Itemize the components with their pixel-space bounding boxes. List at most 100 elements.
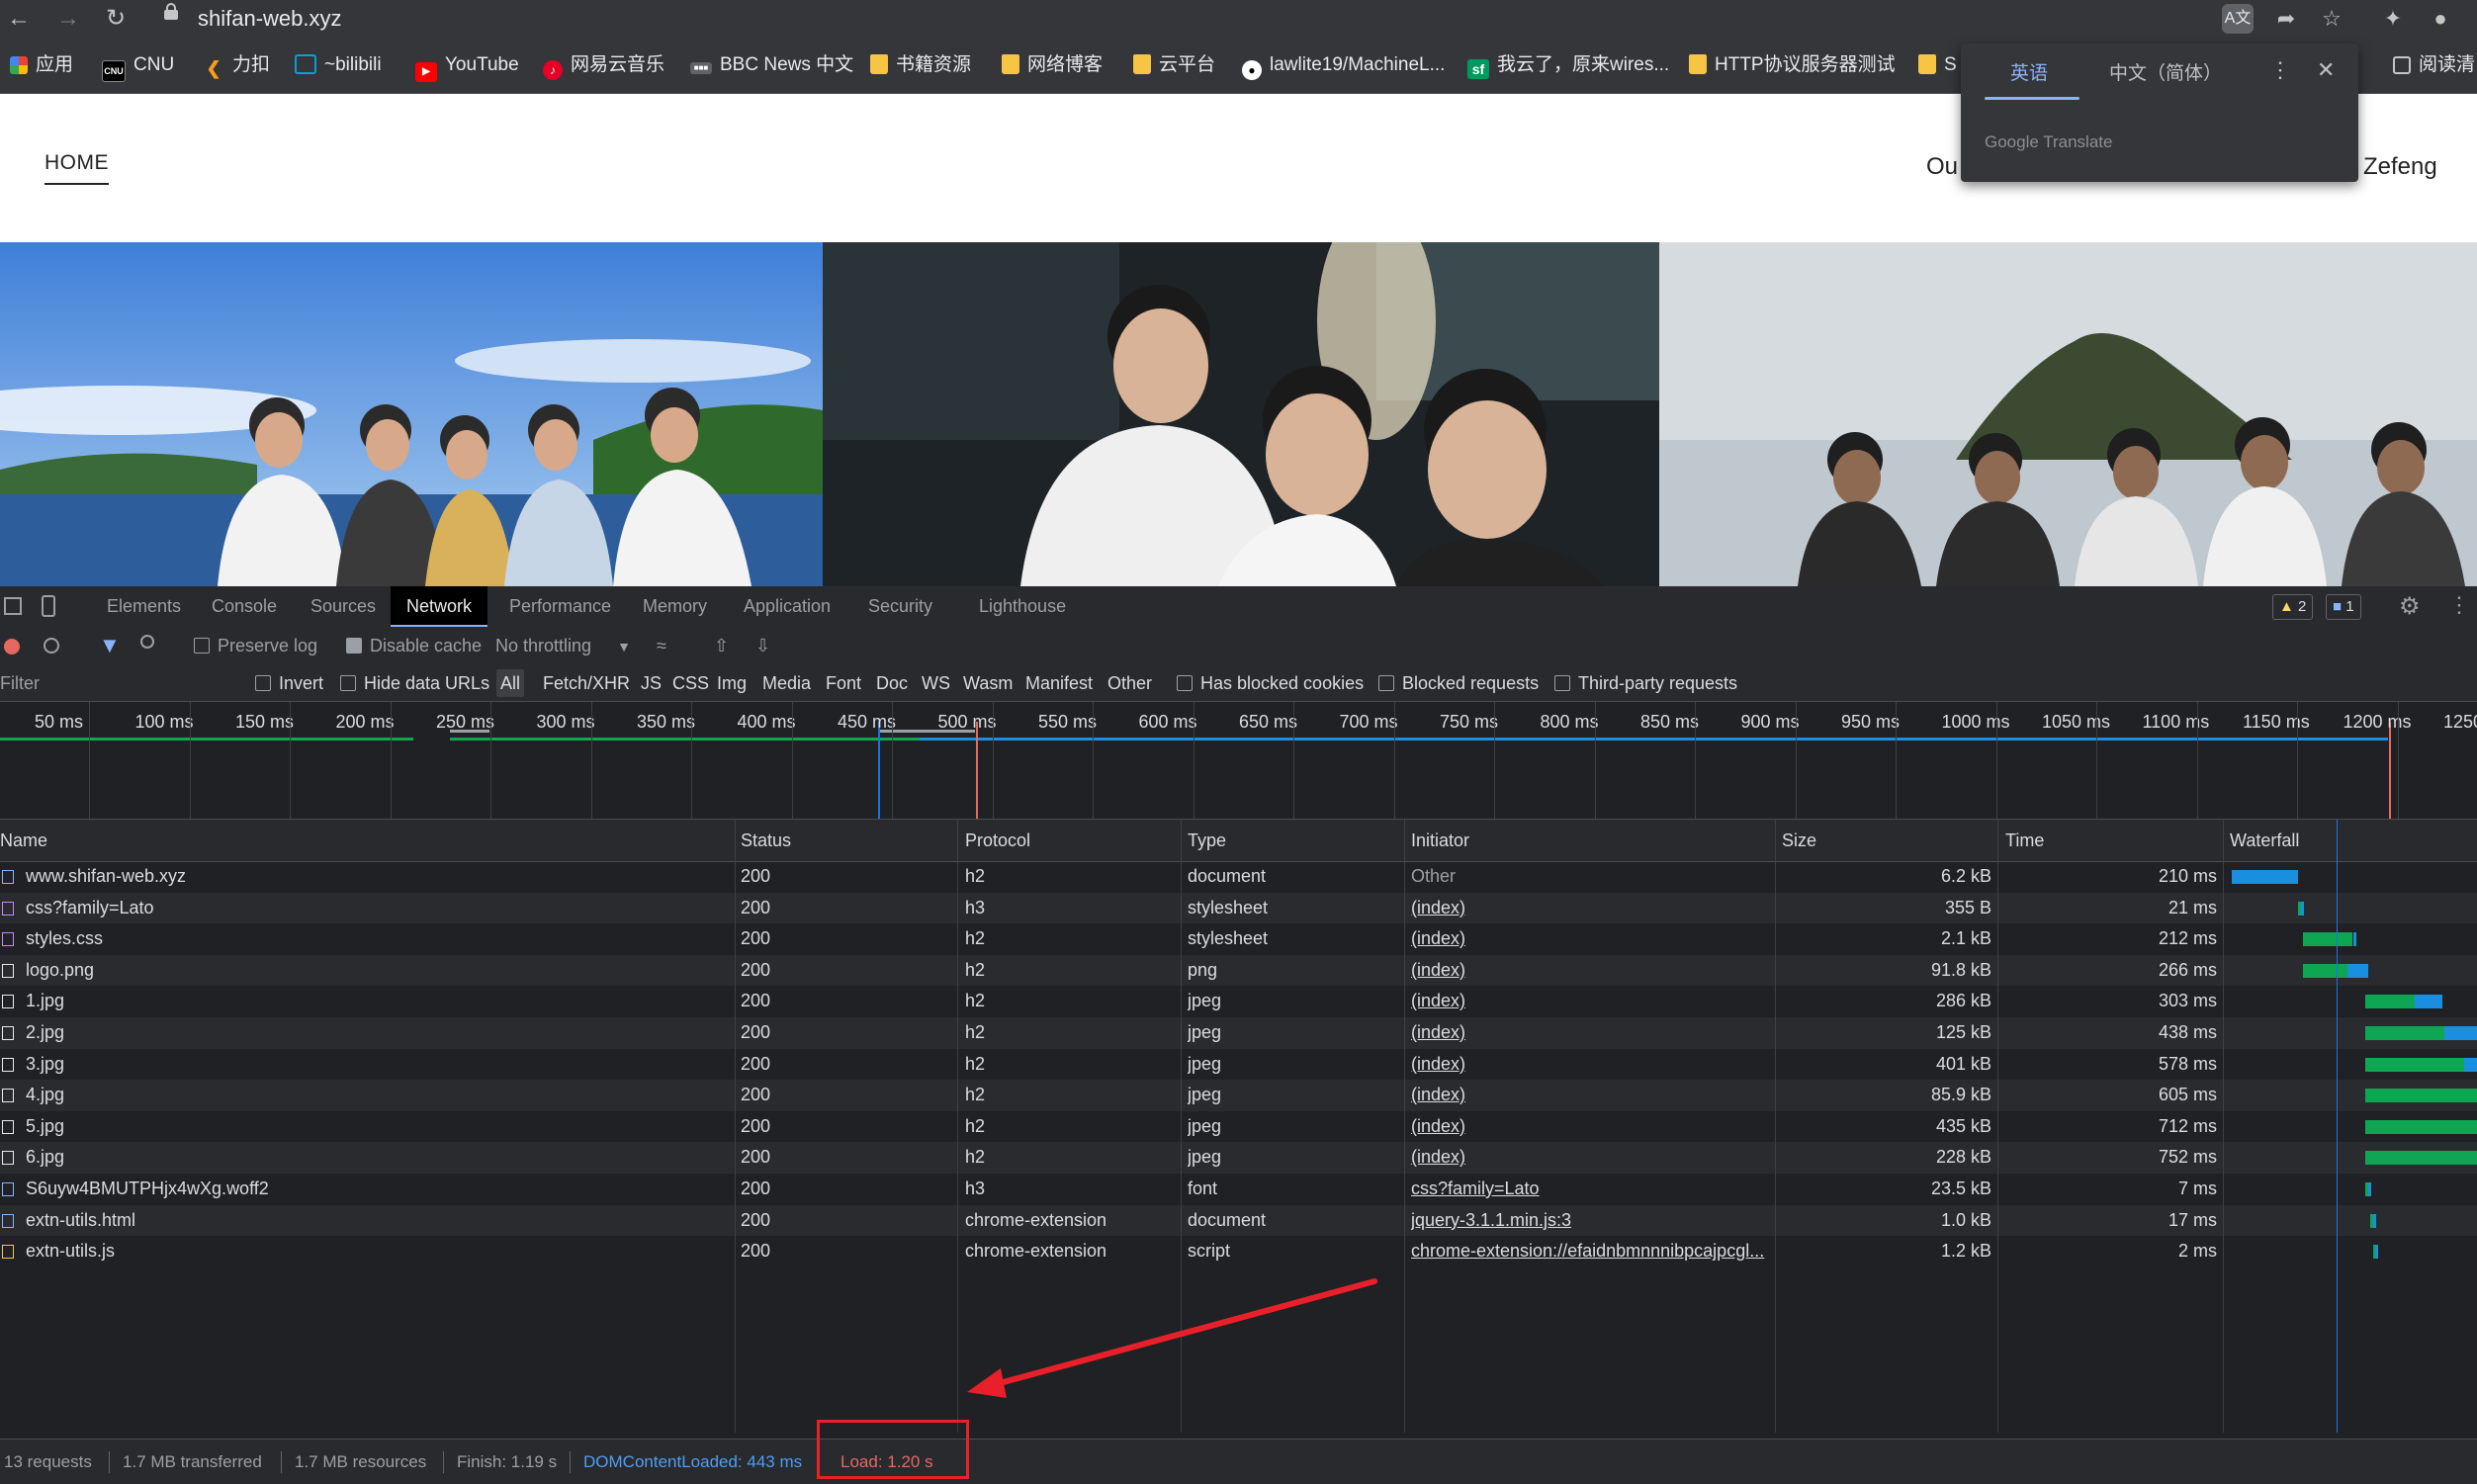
waterfall-waiting-bar[interactable] bbox=[2365, 1119, 2477, 1134]
request-name-cell[interactable]: 4.jpg bbox=[2, 1080, 729, 1111]
request-name[interactable]: 4.jpg bbox=[26, 1085, 64, 1104]
filter-type-other[interactable]: Other bbox=[1107, 665, 1152, 701]
column-header-type[interactable]: Type bbox=[1188, 820, 1226, 861]
request-initiator[interactable]: (index) bbox=[1411, 986, 1769, 1017]
export-har-icon[interactable]: ⇩ bbox=[755, 627, 770, 665]
more-menu-icon[interactable]: ⋮ bbox=[2448, 592, 2470, 618]
filter-input[interactable]: Filter bbox=[0, 665, 237, 701]
waterfall-download-bar[interactable] bbox=[2372, 1213, 2376, 1228]
request-name[interactable]: 6.jpg bbox=[26, 1147, 64, 1167]
column-divider[interactable] bbox=[957, 820, 958, 1433]
tab-performance[interactable]: Performance bbox=[493, 586, 627, 627]
request-initiator[interactable]: (index) bbox=[1411, 1142, 1769, 1174]
column-divider[interactable] bbox=[1775, 820, 1776, 1433]
table-row[interactable]: www.shifan-web.xyz 200 h2 document Other 6.2 … bbox=[0, 861, 2477, 893]
more-options-icon[interactable]: ⋮ bbox=[2269, 57, 2291, 83]
import-har-icon[interactable]: ⇧ bbox=[714, 627, 729, 665]
home-nav-link[interactable]: HOME bbox=[44, 151, 109, 185]
request-name[interactable]: styles.css bbox=[26, 928, 103, 948]
tab-memory[interactable]: Memory bbox=[627, 586, 723, 627]
tab-lighthouse[interactable]: Lighthouse bbox=[963, 586, 1082, 627]
waterfall-waiting-bar[interactable] bbox=[2303, 963, 2348, 978]
request-name-cell[interactable]: www.shifan-web.xyz bbox=[2, 861, 729, 893]
tab-target-language[interactable]: 中文（简体） bbox=[2109, 61, 2222, 87]
waterfall-waiting-bar[interactable] bbox=[2365, 1089, 2477, 1103]
throttling-select[interactable]: No throttling ▼ bbox=[495, 627, 631, 665]
waterfall-download-bar[interactable] bbox=[2464, 1057, 2477, 1072]
table-row[interactable]: css?family=Lato 200 h3 stylesheet (index) 355… bbox=[0, 892, 2477, 924]
request-initiator[interactable]: (index) bbox=[1411, 1049, 1769, 1081]
preserve-log-checkbox[interactable]: Preserve log bbox=[194, 627, 317, 665]
request-name[interactable]: 5.jpg bbox=[26, 1116, 64, 1136]
filter-type-css[interactable]: CSS bbox=[672, 665, 709, 701]
request-name[interactable]: logo.png bbox=[26, 960, 94, 980]
url-field[interactable]: shifan-web.xyz bbox=[198, 5, 342, 33]
waterfall-waiting-bar[interactable] bbox=[2365, 1151, 2477, 1166]
tab-network[interactable]: Network bbox=[391, 586, 488, 627]
request-name[interactable]: 2.jpg bbox=[26, 1022, 64, 1042]
bookmark-folder-books[interactable]: 书籍资源 bbox=[870, 51, 971, 79]
tab-source-language[interactable]: 英语 bbox=[2010, 61, 2048, 87]
close-icon[interactable]: ✕ bbox=[2317, 57, 2335, 83]
filter-type-doc[interactable]: Doc bbox=[876, 665, 908, 701]
filter-type-img[interactable]: Img bbox=[717, 665, 747, 701]
nav-link-zefeng[interactable]: Zefeng bbox=[2363, 153, 2437, 181]
column-divider[interactable] bbox=[735, 820, 736, 1433]
column-header-size[interactable]: Size bbox=[1782, 820, 1816, 861]
invert-checkbox[interactable]: Invert bbox=[255, 665, 323, 701]
hide-data-urls-checkbox[interactable]: Hide data URLs bbox=[340, 665, 489, 701]
waterfall-waiting-bar[interactable] bbox=[2365, 1026, 2445, 1040]
tab-sources[interactable]: Sources bbox=[295, 586, 392, 627]
nav-link-partial[interactable]: Ou bbox=[1926, 153, 1958, 181]
table-row[interactable]: 2.jpg 200 h2 jpeg (index) 125 kB 438 ms bbox=[0, 1017, 2477, 1049]
table-row[interactable]: extn-utils.js 200 chrome-extension script ch… bbox=[0, 1236, 2477, 1267]
filter-type-font[interactable]: Font bbox=[826, 665, 861, 701]
request-initiator[interactable]: (index) bbox=[1411, 893, 1769, 924]
bookmark-cnu[interactable]: CNU CNU bbox=[102, 51, 174, 82]
request-name-cell[interactable]: extn-utils.html bbox=[2, 1205, 729, 1237]
column-divider[interactable] bbox=[1404, 820, 1405, 1433]
bookmark-netease-music[interactable]: ♪ 网易云音乐 bbox=[543, 51, 664, 80]
bookmark-segmentfault[interactable]: sf 我云了，原来wires... bbox=[1467, 51, 1669, 79]
reload-icon[interactable]: ↻ bbox=[101, 4, 131, 34]
column-header-protocol[interactable]: Protocol bbox=[965, 820, 1030, 861]
request-name[interactable]: css?family=Lato bbox=[26, 898, 154, 917]
tab-elements[interactable]: Elements bbox=[91, 586, 197, 627]
request-name-cell[interactable]: styles.css bbox=[2, 923, 729, 955]
table-row[interactable]: styles.css 200 h2 stylesheet (index) 2.1 kB 21… bbox=[0, 923, 2477, 955]
has-blocked-cookies-checkbox[interactable]: Has blocked cookies bbox=[1177, 665, 1364, 701]
request-initiator[interactable]: (index) bbox=[1411, 1017, 1769, 1049]
column-header-waterfall[interactable]: Waterfall bbox=[2230, 820, 2299, 861]
waterfall-download-bar[interactable] bbox=[2231, 870, 2299, 884]
bookmark-bilibili[interactable]: ~bilibili bbox=[295, 51, 382, 79]
table-row[interactable]: logo.png 200 h2 png (index) 91.8 kB 266 ms bbox=[0, 954, 2477, 987]
request-name[interactable]: extn-utils.html bbox=[26, 1210, 135, 1230]
waterfall-download-bar[interactable] bbox=[2300, 901, 2304, 916]
filter-type-fetch-xhr[interactable]: Fetch/XHR bbox=[543, 665, 630, 701]
translate-icon[interactable]: A文 bbox=[2222, 4, 2254, 34]
inspect-element-icon[interactable] bbox=[4, 597, 22, 615]
request-name-cell[interactable]: css?family=Lato bbox=[2, 893, 729, 924]
request-name[interactable]: 3.jpg bbox=[26, 1054, 64, 1074]
tab-console[interactable]: Console bbox=[196, 586, 293, 627]
request-name-cell[interactable]: S6uyw4BMUTPHjx4wXg.woff2 bbox=[2, 1174, 729, 1205]
request-name-cell[interactable]: extn-utils.js bbox=[2, 1236, 729, 1267]
column-header-time[interactable]: Time bbox=[2005, 820, 2044, 861]
table-row[interactable]: 3.jpg 200 h2 jpeg (index) 401 kB 578 ms bbox=[0, 1049, 2477, 1081]
filter-type-wasm[interactable]: Wasm bbox=[963, 665, 1013, 701]
waterfall-waiting-bar[interactable] bbox=[2365, 1057, 2465, 1072]
bookmark-github[interactable]: ● lawlite19/MachineL... bbox=[1242, 51, 1445, 80]
warnings-badge[interactable]: ▲ 2 bbox=[2272, 594, 2314, 620]
clear-icon[interactable] bbox=[44, 638, 59, 654]
bookmark-folder-cloud[interactable]: 云平台 bbox=[1133, 51, 1215, 79]
request-name[interactable]: www.shifan-web.xyz bbox=[26, 866, 186, 886]
waterfall-waiting-bar[interactable] bbox=[2365, 995, 2416, 1009]
filter-funnel-icon[interactable]: ▼ bbox=[99, 633, 121, 658]
third-party-checkbox[interactable]: Third-party requests bbox=[1554, 665, 1737, 701]
request-name[interactable]: extn-utils.js bbox=[26, 1241, 115, 1261]
request-name-cell[interactable]: 5.jpg bbox=[2, 1111, 729, 1143]
settings-gear-icon[interactable]: ⚙ bbox=[2399, 592, 2421, 621]
record-icon[interactable] bbox=[4, 639, 20, 655]
request-name-cell[interactable]: 1.jpg bbox=[2, 986, 729, 1017]
forward-arrow-icon[interactable]: → bbox=[53, 4, 83, 34]
